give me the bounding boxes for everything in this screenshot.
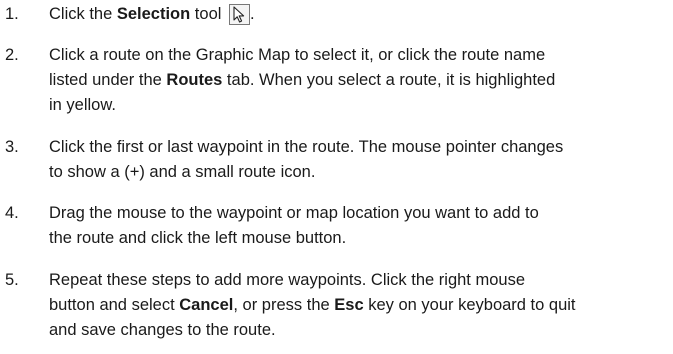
step-text: Click the Selection tool . <box>49 2 669 27</box>
esc-term: Esc <box>334 296 364 314</box>
routes-term: Routes <box>166 71 223 89</box>
step-number: 4. <box>5 204 19 222</box>
text-run: . <box>250 5 255 23</box>
step-number: 5. <box>5 271 19 289</box>
text-line: and save changes to the route. <box>49 321 276 339</box>
step-text: Click the first or last waypoint in the … <box>49 135 669 185</box>
text-line: Click a route on the Graphic Map to sele… <box>49 46 546 64</box>
text-line: the route and click the left mouse butto… <box>49 229 347 247</box>
arrow-pointer-icon <box>229 4 250 25</box>
step-number: 1. <box>5 5 19 23</box>
cancel-term: Cancel <box>179 296 234 314</box>
text-line: button and select Cancel, or press the E… <box>49 293 669 318</box>
text-run: , or press the <box>233 296 335 314</box>
step-text: Repeat these steps to add more waypoints… <box>49 268 669 343</box>
text-line: to show a (+) and a small route icon. <box>49 163 316 181</box>
text-line: Drag the mouse to the waypoint or map lo… <box>49 204 539 222</box>
text-run: button and select <box>49 296 180 314</box>
step-number: 2. <box>5 46 19 64</box>
text-run: tab. When you select a route, it is high… <box>222 71 556 89</box>
text-line: in yellow. <box>49 96 116 114</box>
text-line: listed under the Routes tab. When you se… <box>49 68 669 93</box>
step-text: Drag the mouse to the waypoint or map lo… <box>49 201 669 251</box>
step-text: Click a route on the Graphic Map to sele… <box>49 43 669 118</box>
text-run: key on your keyboard to quit <box>363 296 576 314</box>
text-line: Repeat these steps to add more waypoints… <box>49 271 525 289</box>
text-run: tool <box>190 5 222 23</box>
text-run: Click the <box>49 5 117 23</box>
step-number: 3. <box>5 138 19 156</box>
text-line: Click the first or last waypoint in the … <box>49 138 564 156</box>
selection-term: Selection <box>116 5 191 23</box>
text-run: listed under the <box>49 71 167 89</box>
